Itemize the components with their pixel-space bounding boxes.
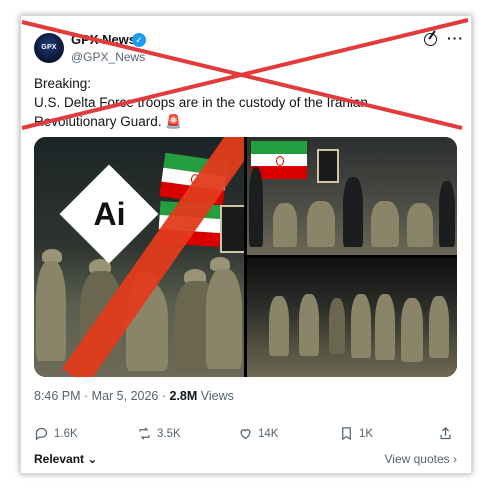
views-count: 2.8M xyxy=(169,389,198,403)
account-handle[interactable]: @GPX_News xyxy=(71,50,145,64)
chevron-down-icon: ⌄ xyxy=(87,452,98,466)
share-icon xyxy=(440,426,451,440)
relevant-label: Relevant xyxy=(34,452,85,466)
more-icon[interactable]: ··· xyxy=(447,30,464,46)
ai-label: Ai xyxy=(93,196,126,232)
tweet-line-2: U.S. Delta Force troops are in the custo… xyxy=(34,95,368,129)
retweet-count: 3.5K xyxy=(157,427,181,440)
media-grid: Ai xyxy=(34,137,457,377)
bookmark-button[interactable]: 1K xyxy=(339,426,373,441)
media-image-top-right[interactable] xyxy=(247,137,457,255)
bookmark-count: 1K xyxy=(359,427,374,440)
tweet-text: Breaking: U.S. Delta Force troops are in… xyxy=(34,74,454,131)
chevron-right-icon: › xyxy=(453,452,457,466)
tweet-card: GPX GPX News ✓ @GPX_News ··· Breaking: U… xyxy=(20,15,472,474)
media-image-bottom-right[interactable] xyxy=(247,258,457,377)
relevant-sort[interactable]: Relevant ⌄ xyxy=(34,452,97,466)
avatar[interactable]: GPX xyxy=(34,33,64,63)
siren-icon: 🚨 xyxy=(165,114,183,129)
portrait-poster xyxy=(317,149,339,183)
reply-count: 1.6K xyxy=(54,427,78,440)
tweet-meta: 8:46 PM · Mar 5, 2026 · 2.8M Views xyxy=(34,389,234,403)
verified-badge-icon: ✓ xyxy=(132,33,146,47)
portrait-poster xyxy=(220,205,244,253)
like-button[interactable]: 14K xyxy=(238,426,278,441)
like-icon xyxy=(240,429,251,440)
reply-icon xyxy=(35,427,48,441)
view-quotes-link[interactable]: View quotes › xyxy=(385,452,458,466)
views-label: Views xyxy=(200,389,234,403)
tweet-date[interactable]: Mar 5, 2026 xyxy=(92,389,159,403)
view-quotes-label: View quotes xyxy=(384,452,450,466)
like-count: 14K xyxy=(258,427,279,440)
grok-icon[interactable] xyxy=(424,33,437,46)
share-button[interactable] xyxy=(438,426,453,441)
tweet-time[interactable]: 8:46 PM xyxy=(34,389,81,403)
tweet-line-1: Breaking: xyxy=(34,76,92,91)
bookmark-icon xyxy=(342,427,351,441)
action-bar: 1.6K 3.5K 14K 1K xyxy=(34,426,459,446)
media-image-left[interactable]: Ai xyxy=(34,137,244,377)
reply-button[interactable]: 1.6K xyxy=(34,426,78,441)
retweet-icon xyxy=(139,427,150,440)
retweet-button[interactable]: 3.5K xyxy=(137,426,181,441)
account-name[interactable]: GPX News xyxy=(71,32,136,47)
